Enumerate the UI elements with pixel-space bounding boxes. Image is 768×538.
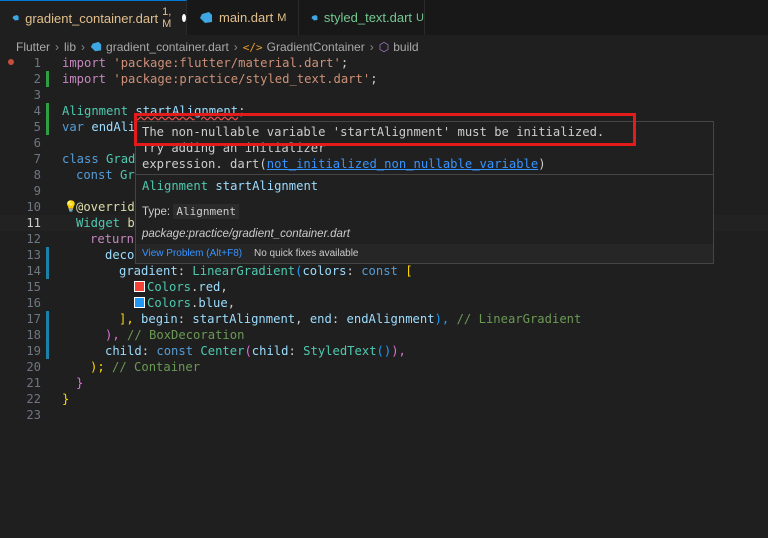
no-quick-fixes-label: No quick fixes available: [254, 248, 359, 259]
dart-file-icon: [12, 14, 19, 21]
tab-badge: 1, M: [162, 6, 172, 30]
line-number: 9: [33, 184, 41, 198]
dart-file-icon: [311, 14, 318, 20]
code-line[interactable]: ); // Container: [90, 359, 200, 375]
declaration-signature: Alignment startAlignment: [142, 179, 319, 193]
code-line[interactable]: child: const Center(child: StyledText())…: [105, 343, 406, 359]
chevron-right-icon: ›: [55, 40, 60, 54]
breadcrumb: Flutter › lib › gradient_container.dart …: [0, 38, 419, 56]
code-line[interactable]: import 'package:flutter/material.dart';: [62, 55, 348, 71]
breadcrumb-item[interactable]: Flutter: [16, 40, 50, 54]
code-line[interactable]: return: [90, 231, 134, 247]
type-info: Type: Alignment: [142, 204, 239, 219]
line-number: 18: [26, 328, 41, 342]
code-line[interactable]: }: [76, 375, 83, 391]
line-number: 22: [26, 392, 41, 406]
tab-badge: U: [416, 11, 424, 24]
line-number: 3: [33, 88, 41, 102]
tab-badge: M: [277, 11, 287, 24]
tab-main[interactable]: main.dart M: [187, 0, 299, 35]
code-line[interactable]: ], begin: startAlignment, end: endAlignm…: [119, 311, 581, 327]
line-number: 2: [33, 72, 41, 86]
line-number: 7: [33, 152, 41, 166]
error-dot-icon: [8, 59, 14, 65]
lightbulb-icon[interactable]: 💡: [64, 200, 78, 213]
line-number: 5: [33, 120, 41, 134]
tab-gradient-container[interactable]: gradient_container.dart 1, M: [0, 0, 187, 35]
class-symbol-icon: </>: [242, 40, 263, 54]
line-number: 14: [26, 264, 41, 278]
line-number: 16: [26, 296, 41, 310]
line-number: 19: [26, 344, 41, 358]
method-symbol-icon: ⬡: [378, 40, 390, 54]
line-number: 17: [26, 312, 41, 326]
dart-file-icon: [90, 41, 102, 52]
unsaved-dot-icon[interactable]: [181, 14, 186, 22]
divider: [136, 174, 713, 175]
line-number: 10: [26, 200, 41, 214]
color-swatch-blue[interactable]: [134, 297, 145, 308]
breadcrumb-item[interactable]: build: [393, 40, 418, 54]
code-line[interactable]: }: [62, 391, 69, 407]
chevron-right-icon: ›: [369, 40, 374, 54]
code-line[interactable]: gradient: LinearGradient(colors: const [: [119, 263, 413, 279]
line-number: 23: [26, 408, 41, 422]
code-line[interactable]: class Grad: [62, 151, 135, 167]
breadcrumb-item[interactable]: GradientContainer: [267, 40, 365, 54]
line-number: 20: [26, 360, 41, 374]
tab-styled-text[interactable]: styled_text.dart U: [299, 0, 425, 35]
chevron-right-icon: ›: [81, 40, 86, 54]
line-number: 1: [33, 56, 41, 70]
line-number: 8: [33, 168, 41, 182]
line-number: 4: [33, 104, 41, 118]
code-line[interactable]: deco: [105, 247, 134, 263]
tab-label: main.dart: [219, 10, 274, 25]
tab-label: styled_text.dart: [323, 10, 413, 25]
chevron-right-icon: ›: [233, 40, 238, 54]
line-number: 6: [33, 136, 41, 150]
code-line[interactable]: Widget b: [76, 215, 135, 231]
diagnostic-code-link[interactable]: not_initialized_non_nullable_variable: [267, 157, 539, 171]
dart-file-icon: [200, 11, 212, 23]
code-line[interactable]: var endAli: [62, 119, 135, 135]
code-line[interactable]: Colors.red,: [134, 279, 228, 295]
line-number: 15: [26, 280, 41, 294]
view-problem-link[interactable]: View Problem (Alt+F8): [142, 248, 242, 259]
tab-label: gradient_container.dart: [25, 10, 159, 26]
tab-bar: gradient_container.dart 1, M main.dart M…: [0, 0, 768, 35]
hover-actions: View Problem (Alt+F8) No quick fixes ava…: [136, 244, 713, 263]
code-line[interactable]: Colors.blue,: [134, 295, 235, 311]
line-number: 13: [26, 248, 41, 262]
breadcrumb-item[interactable]: gradient_container.dart: [106, 40, 229, 54]
line-number: 21: [26, 376, 41, 390]
code-line[interactable]: import 'package:practice/styled_text.dar…: [62, 71, 378, 87]
code-line[interactable]: @overrid: [76, 199, 135, 215]
color-swatch-red[interactable]: [134, 281, 145, 292]
code-line[interactable]: const Gr: [76, 167, 135, 183]
line-number: 12: [26, 232, 41, 246]
breadcrumb-item[interactable]: lib: [64, 40, 76, 54]
line-number: 11: [26, 216, 41, 230]
red-highlight-box: [134, 113, 636, 146]
package-path: package:practice/gradient_container.dart: [142, 228, 350, 240]
code-line[interactable]: ), // BoxDecoration: [105, 327, 244, 343]
